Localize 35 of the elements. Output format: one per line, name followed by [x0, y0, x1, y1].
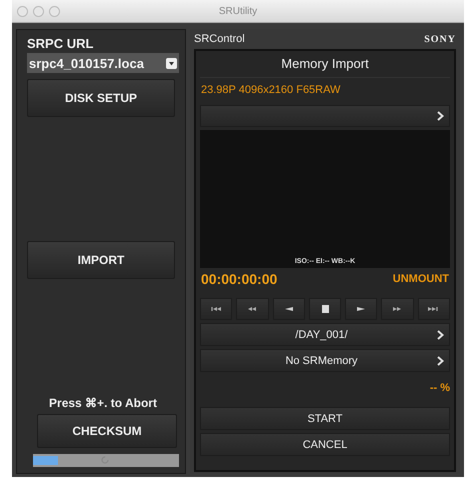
url-label: SRPC URL [27, 36, 94, 51]
abort-hint: Press ⌘+. to Abort [48, 396, 158, 410]
fast-forward-icon [392, 305, 404, 313]
action-button[interactable]: START [200, 407, 450, 430]
navigation-row[interactable]: No SRMemory [200, 349, 450, 372]
action-button[interactable]: CANCEL [200, 433, 450, 456]
navigation-row[interactable]: /DAY_001/ [200, 323, 450, 346]
window-title: SRUtility [218, 6, 258, 16]
chevron-icon [437, 111, 444, 121]
chevron-icon [437, 330, 444, 340]
transport-button[interactable] [418, 298, 450, 320]
reverse-play-icon [283, 305, 294, 313]
panel-title: SRControl [194, 33, 245, 45]
section-title: Memory Import [200, 51, 450, 78]
row-label: No SRMemory [284, 354, 359, 366]
percent-label: -- % [428, 381, 450, 396]
brand-logo: SONY [424, 34, 456, 44]
stop-icon [319, 305, 330, 313]
transport-button[interactable] [345, 298, 378, 320]
rewind-icon [246, 305, 258, 313]
transport-button[interactable] [200, 298, 232, 320]
action-button[interactable]: DISK SETUP [27, 79, 175, 117]
chevron-icon [437, 356, 444, 366]
unmount-link[interactable]: UNMOUNT [392, 273, 449, 285]
play-icon [356, 305, 367, 313]
skip-back-icon [210, 305, 222, 313]
action-button[interactable]: IMPORT [27, 241, 175, 279]
url-dropdown[interactable]: srpc4_010157.loca [27, 53, 179, 73]
skip-forward-icon [428, 305, 440, 313]
transport-button[interactable] [308, 298, 342, 320]
format-label: 23.98P 4096x2160 F65RAW [200, 83, 342, 98]
checksum-button[interactable]: CHECKSUM [37, 414, 177, 448]
transport-button[interactable] [272, 298, 305, 320]
timecode: 00:00:00:00 [201, 271, 278, 287]
row-label: /DAY_001/ [294, 328, 349, 340]
